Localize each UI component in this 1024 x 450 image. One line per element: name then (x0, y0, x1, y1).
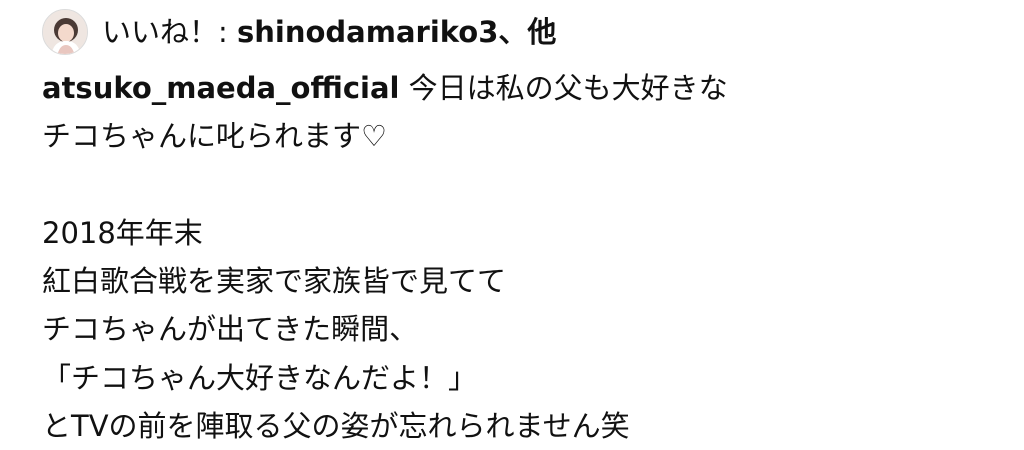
caption-line: 「チコちゃん大好きなんだよ！」 (42, 360, 478, 395)
likes-others-link[interactable]: 他 (527, 15, 556, 49)
post-caption: atsuko_maeda_official 今日は私の父も大好きな チコちゃんに… (42, 64, 1002, 450)
likes-prefix: いいね！: (102, 15, 237, 49)
caption-first-line-text: 今日は私の父も大好きな (399, 71, 728, 105)
caption-line: 紅白歌合戦を実家で家族皆で見てて (42, 264, 507, 299)
caption-line: とTVの前を陣取る父の姿が忘れられません笑 (42, 409, 630, 444)
likes-text: いいね！: shinodamariko3、他 (102, 14, 556, 50)
caption-line-1: atsuko_maeda_official 今日は私の父も大好きな (42, 64, 1002, 112)
liked-by-user-link[interactable]: shinodamariko3 (237, 15, 498, 49)
likes-row: いいね！: shinodamariko3、他 (42, 8, 556, 56)
avatar[interactable] (42, 9, 88, 55)
caption-line: チコちゃんが出てきた瞬間、 (42, 312, 419, 347)
likes-separator: 、 (498, 15, 528, 49)
caption-username-link[interactable]: atsuko_maeda_official (42, 71, 399, 105)
caption-line: 2018年年末 (42, 215, 203, 250)
caption-line: チコちゃんに叱られます♡ (42, 119, 387, 154)
